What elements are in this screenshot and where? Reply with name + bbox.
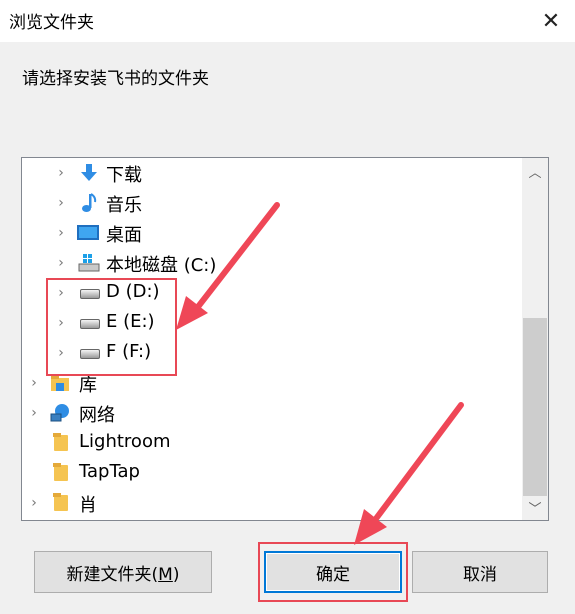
chevron-right-icon[interactable]: › <box>54 341 68 365</box>
tree-item-drive-f[interactable]: › F (F:) <box>22 338 522 368</box>
tree-item-drive-c[interactable]: › 本地磁盘 (C:) <box>22 248 522 278</box>
folder-tree[interactable]: › 下载 › 音乐 › 桌面 › 本地磁盘 (C:) › D (D:) › E … <box>21 157 549 521</box>
cancel-button[interactable]: 取消 <box>412 551 548 593</box>
tree-item-lightroom[interactable]: Lightroom <box>22 428 522 458</box>
chevron-right-icon[interactable]: › <box>54 221 68 245</box>
close-button[interactable]: ✕ <box>532 2 570 40</box>
tree-item-xiao[interactable]: › 肖 <box>22 488 522 518</box>
tree-item-music[interactable]: › 音乐 <box>22 188 522 218</box>
tree-item-label: E (E:) <box>106 311 155 332</box>
drive-icon <box>78 313 100 333</box>
new-folder-button[interactable]: 新建文件夹(M) <box>34 551 212 593</box>
network-icon <box>50 403 72 423</box>
new-folder-label: 新建文件夹(M) <box>66 564 180 585</box>
ok-button[interactable]: 确定 <box>264 551 402 593</box>
tree-item-downloads[interactable]: › 下载 <box>22 158 522 188</box>
chevron-right-icon[interactable]: › <box>54 251 68 275</box>
tree-item-label: D (D:) <box>106 281 160 302</box>
chevron-down-icon: ﹀ <box>528 501 542 517</box>
tree-item-label: TapTap <box>79 461 140 482</box>
window-title: 浏览文件夹 <box>9 13 94 33</box>
library-icon <box>50 373 72 393</box>
tree-item-network[interactable]: › 网络 <box>22 398 522 428</box>
tree-item-taptap[interactable]: TapTap <box>22 458 522 488</box>
music-icon <box>78 193 100 213</box>
chevron-right-icon[interactable]: › <box>54 281 68 305</box>
tree-item-drive-e[interactable]: › E (E:) <box>22 308 522 338</box>
title-bar: 浏览文件夹 ✕ <box>0 0 575 42</box>
close-icon: ✕ <box>541 8 561 34</box>
tree-item-label: F (F:) <box>106 341 152 362</box>
tree-item-label: 下载 <box>106 165 142 186</box>
tree-item-label: 肖 <box>79 495 97 516</box>
drive-icon <box>78 343 100 363</box>
desktop-icon <box>76 223 99 243</box>
tree-item-label: 本地磁盘 (C:) <box>106 255 217 276</box>
tree-item-label: 网络 <box>79 405 115 426</box>
folder-icon <box>52 493 74 513</box>
scroll-down-button[interactable]: ﹀ <box>522 494 548 520</box>
chevron-up-icon: ︿ <box>528 165 542 181</box>
tree-item-label: Lightroom <box>79 431 171 452</box>
chevron-right-icon[interactable]: › <box>54 311 68 335</box>
scroll-thumb[interactable] <box>523 318 547 496</box>
tree-item-drive-d[interactable]: › D (D:) <box>22 278 522 308</box>
chevron-right-icon[interactable]: › <box>27 401 41 425</box>
folder-icon <box>52 433 74 453</box>
tree-item-label: 音乐 <box>106 195 142 216</box>
tree-item-desktop[interactable]: › 桌面 <box>22 218 522 248</box>
folder-icon <box>52 463 74 483</box>
chevron-right-icon[interactable]: › <box>27 371 41 395</box>
tree-item-label: 桌面 <box>106 225 142 246</box>
vertical-scrollbar[interactable]: ︿ ﹀ <box>522 158 548 520</box>
instruction-text: 请选择安装飞书的文件夹 <box>22 69 209 89</box>
chevron-right-icon[interactable]: › <box>54 191 68 215</box>
windows-drive-icon <box>78 253 100 273</box>
scroll-up-button[interactable]: ︿ <box>522 158 548 184</box>
drive-icon <box>78 283 100 303</box>
chevron-right-icon[interactable]: › <box>54 161 68 185</box>
chevron-right-icon[interactable]: › <box>27 491 41 515</box>
tree-item-libraries[interactable]: › 库 <box>22 368 522 398</box>
tree-item-label: 库 <box>79 375 97 396</box>
download-icon <box>78 163 100 183</box>
